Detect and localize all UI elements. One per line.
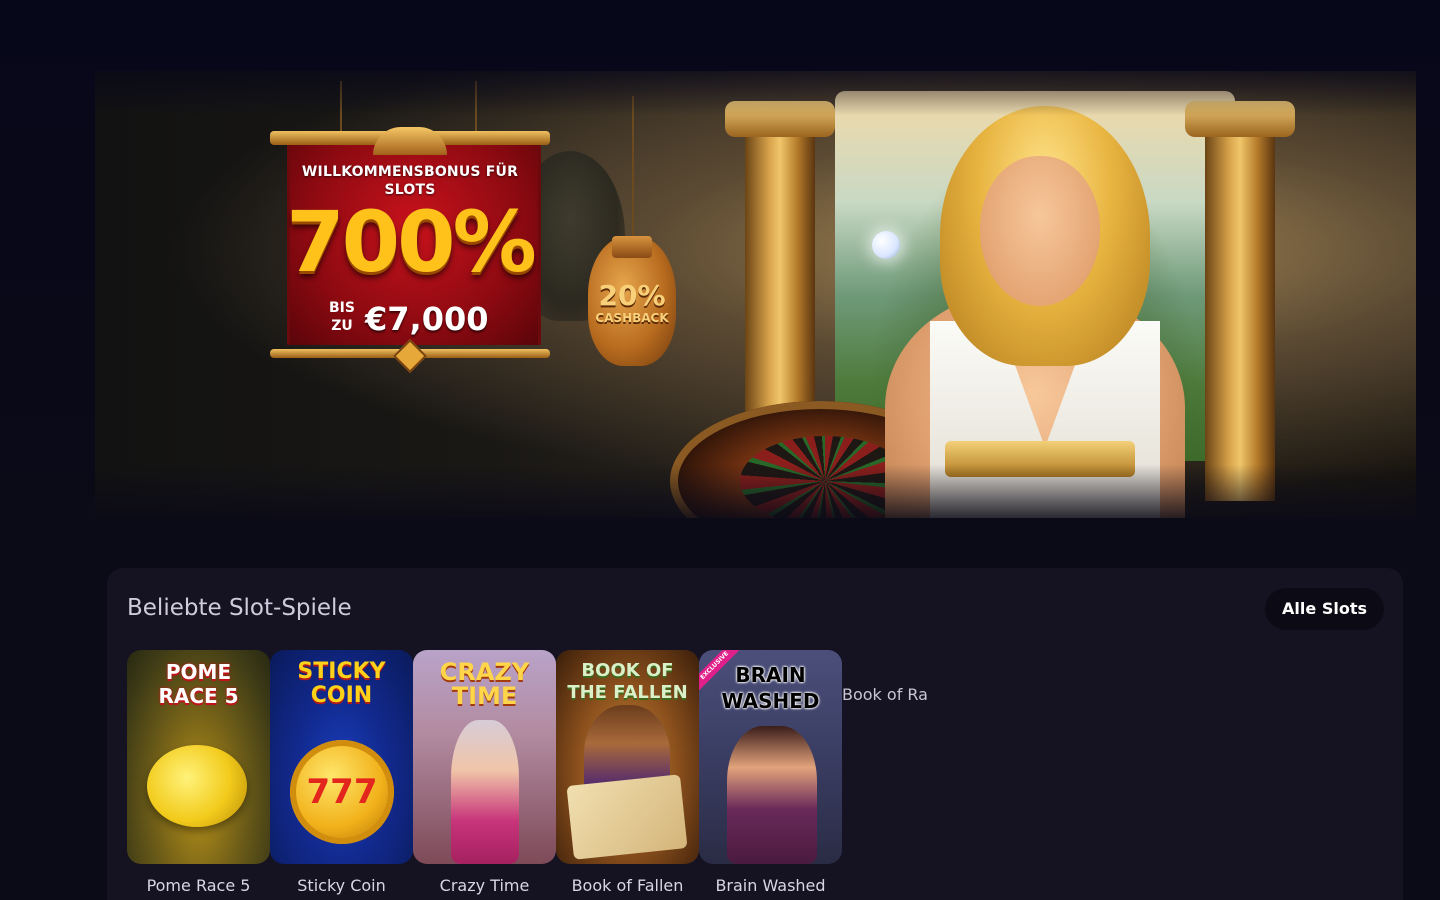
game-thumbnail[interactable]: POME RACE 5 [127,650,270,864]
game-list: POME RACE 5 Pome Race 5 STICKY COIN 777 … [127,650,962,896]
banner-column-right [1205,101,1275,501]
cashback-percent: 20% [598,279,666,312]
popular-slots-section: Beliebte Slot-Spiele Alle Slots POME RAC… [107,568,1403,900]
cashback-text: 20% CASHBACK [584,279,680,326]
broken-image-alt-text[interactable]: Book of Ra [842,685,962,705]
game-title[interactable]: Book of Fallen [572,876,684,896]
coin-777-icon: 777 [290,740,394,844]
game-logo: CRAZY TIME [439,658,530,710]
goddess-face [980,156,1100,306]
game-thumbnail[interactable]: CRAZY TIME [413,650,556,864]
game-card-brain-washed[interactable]: EXCLUSIVE BRAIN WASHED Brain Washed [699,650,842,896]
game-logo: BRAIN WASHED [721,663,820,713]
game-card-crazy-time[interactable]: CRAZY TIME Crazy Time [413,650,556,896]
game-card-book-of-fallen[interactable]: BOOK OF THE FALLEN Book of Fallen [556,650,699,896]
game-thumbnail[interactable]: BOOK OF THE FALLEN [556,650,699,864]
glowing-orb [872,231,900,259]
all-slots-button[interactable]: Alle Slots [1265,588,1384,630]
bonus-amount: €7,000 [365,300,489,338]
cashback-vase-neck [612,236,652,258]
game-host-figure [451,720,519,864]
game-logo: BOOK OF THE FALLEN [567,660,688,703]
cashback-label: CASHBACK [595,311,669,325]
bonus-up-to-line2: ZU [331,318,353,334]
bonus-up-to-label: BIS ZU [325,299,359,335]
game-title[interactable]: Pome Race 5 [147,876,251,896]
sign-string-right [475,81,477,136]
page: WILLKOMMENSBONUS FÜR SLOTS 700% BIS ZU €… [0,0,1440,900]
bonus-percent: 700% [286,193,537,291]
game-title[interactable]: Crazy Time [440,876,530,896]
banner-column-cap-right [1185,101,1295,137]
vase-string [632,96,634,241]
game-thumbnail[interactable]: EXCLUSIVE BRAIN WASHED [699,650,842,864]
game-thumbnail[interactable]: STICKY COIN 777 [270,650,413,864]
bonus-up-to-line1: BIS [329,300,355,316]
banner-column-cap-left [725,101,835,137]
game-title[interactable]: Sticky Coin [297,876,385,896]
treasure-map-icon [566,774,688,860]
game-card-book-of-ra[interactable]: Book of Ra [842,650,962,864]
game-card-pome-race-5[interactable]: POME RACE 5 Pome Race 5 [127,650,270,896]
goddess-belt [945,441,1135,477]
preacher-figure [727,726,817,864]
sign-string-left [340,81,342,136]
game-logo: POME RACE 5 [158,660,239,708]
section-title: Beliebte Slot-Spiele [127,595,352,621]
game-title[interactable]: Brain Washed [715,876,825,896]
game-logo: STICKY COIN [297,659,386,708]
promo-banner[interactable]: WILLKOMMENSBONUS FÜR SLOTS 700% BIS ZU €… [95,71,1416,518]
game-card-sticky-coin[interactable]: STICKY COIN 777 Sticky Coin [270,650,413,896]
lemon-icon [147,745,247,827]
